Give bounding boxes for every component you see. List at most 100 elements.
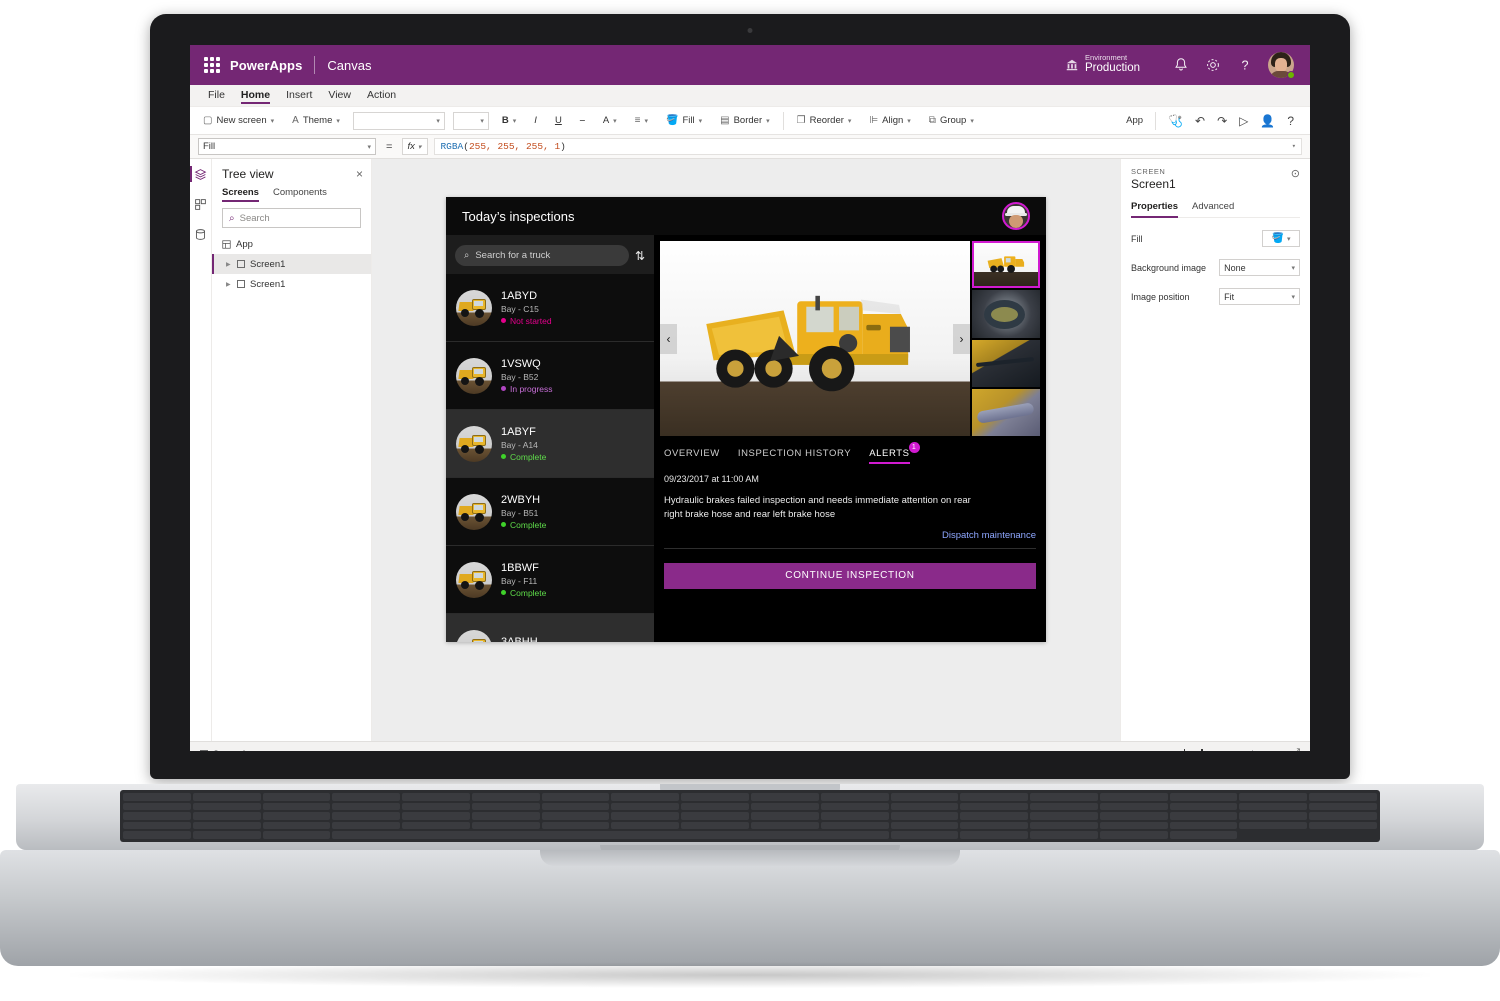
align-button[interactable]: ⊫ Align ▾: [864, 113, 915, 128]
sidebar-item-screen1[interactable]: ▶ Screen1: [212, 254, 371, 274]
bell-icon[interactable]: [1172, 56, 1190, 74]
formula-input[interactable]: RGBA(255, 255, 255, 1) ▾: [434, 138, 1302, 155]
zoom-in-button[interactable]: +: [1249, 748, 1255, 752]
list-item[interactable]: 3ABHH Bay - B09: [446, 614, 654, 642]
undo-icon[interactable]: ↶: [1195, 114, 1205, 128]
status-screen-label: Screen1: [213, 749, 247, 752]
menu-item-action[interactable]: Action: [367, 89, 396, 103]
share-icon[interactable]: 👤: [1260, 114, 1275, 128]
waffle-icon[interactable]: [204, 57, 220, 73]
app-checker-icon[interactable]: 🩺: [1168, 114, 1183, 128]
border-label: Border: [733, 115, 763, 126]
menu-item-view[interactable]: View: [328, 89, 351, 103]
hero-image[interactable]: ‹ ›: [660, 241, 970, 436]
screen-content: PowerApps Canvas Environment Production: [190, 45, 1310, 751]
question-circle-icon[interactable]: ⊙: [1291, 167, 1300, 180]
property-select[interactable]: Fill ▾: [198, 138, 376, 155]
sidebar-item-screen1-2[interactable]: ▶ Screen1: [212, 274, 371, 294]
chevron-down-icon: ▾: [480, 117, 484, 125]
dump-truck-illustration: [705, 296, 910, 392]
fill-button[interactable]: 🪣 Fill ▾: [661, 113, 707, 128]
menu-item-home[interactable]: Home: [240, 89, 271, 104]
strikethrough-icon: ⎯: [579, 115, 585, 126]
continue-inspection-button[interactable]: CONTINUE INSPECTION: [664, 562, 1036, 589]
gallery-thumb-truck[interactable]: [972, 241, 1040, 289]
font-size-select[interactable]: ▾: [452, 111, 489, 130]
underline-button[interactable]: U: [550, 113, 567, 128]
fx-button[interactable]: fx ▾: [402, 138, 429, 155]
help-icon[interactable]: ?: [1287, 114, 1294, 128]
status-screen-indicator[interactable]: Screen1: [200, 749, 247, 752]
environment-selector[interactable]: Environment Production: [1065, 53, 1140, 76]
background-image-select[interactable]: None ▾: [1219, 259, 1300, 276]
gallery-thumb-pipe[interactable]: [972, 388, 1040, 436]
property-label-fill: Fill: [1131, 233, 1143, 244]
tree-item-app[interactable]: App: [212, 234, 371, 254]
avatar[interactable]: [1268, 52, 1295, 79]
menu-item-insert[interactable]: Insert: [286, 89, 312, 103]
chevron-right-icon[interactable]: ▶: [226, 281, 232, 288]
list-item[interactable]: 1ABYF Bay - A14 Complete: [446, 410, 654, 478]
question-icon[interactable]: ?: [1236, 56, 1254, 74]
canvas-area[interactable]: Today’s inspections ⌕ Search for a truck: [372, 159, 1120, 741]
app-menu-button[interactable]: App: [1126, 115, 1143, 126]
font-family-select[interactable]: ▾: [352, 111, 445, 130]
tree-view-panel: Tree view × Screens Components ⌕ Search: [212, 159, 372, 741]
group-icon: ⧉: [928, 115, 936, 126]
property-row-image-position: Image position Fit ▾: [1131, 288, 1300, 305]
tab-advanced[interactable]: Advanced: [1192, 201, 1234, 217]
user-avatar[interactable]: [1002, 202, 1030, 230]
dispatch-maintenance-link[interactable]: Dispatch maintenance: [942, 530, 1036, 541]
image-position-select[interactable]: Fit ▾: [1219, 288, 1300, 305]
tab-screens[interactable]: Screens: [222, 187, 259, 202]
play-icon[interactable]: ▷: [1239, 114, 1248, 128]
chevron-down-icon[interactable]: ▾: [1292, 142, 1296, 151]
theme-button[interactable]: A Theme ▾: [287, 113, 345, 128]
fill-color-picker[interactable]: 🪣 ▾: [1262, 230, 1300, 247]
close-icon[interactable]: ×: [356, 167, 363, 181]
sort-icon[interactable]: ⇅: [635, 249, 645, 263]
chevron-right-icon[interactable]: ▶: [226, 261, 232, 268]
gallery-thumb-hose[interactable]: [972, 339, 1040, 387]
tree-search-input[interactable]: ⌕ Search: [222, 208, 361, 228]
search-input[interactable]: ⌕ Search for a truck: [455, 245, 629, 266]
zoom-out-button[interactable]: −: [1131, 748, 1137, 752]
bold-button[interactable]: B ▾: [497, 113, 521, 128]
app-node-icon: [222, 239, 231, 249]
new-screen-button[interactable]: ▢ New screen ▾: [198, 113, 279, 128]
data-icon[interactable]: [192, 225, 210, 243]
tab-properties[interactable]: Properties: [1131, 201, 1178, 218]
menu-item-file[interactable]: File: [208, 89, 225, 103]
strikethrough-button[interactable]: ⎯: [575, 113, 590, 128]
alert-message: Hydraulic brakes failed inspection and n…: [664, 495, 971, 520]
italic-button[interactable]: I: [529, 113, 542, 128]
tree-view-icon[interactable]: [190, 165, 210, 183]
list-item[interactable]: 1BBWF Bay - F11 Complete: [446, 546, 654, 614]
laptop-mockup: PowerApps Canvas Environment Production: [0, 0, 1500, 1001]
app-preview[interactable]: Today’s inspections ⌕ Search for a truck: [446, 197, 1046, 642]
tab-components[interactable]: Components: [273, 187, 327, 202]
components-icon[interactable]: [192, 195, 210, 213]
gallery-prev-button[interactable]: ‹: [660, 323, 677, 354]
tab-overview[interactable]: OVERVIEW: [664, 448, 720, 464]
list-item[interactable]: 1ABYD Bay - C15 Not started: [446, 274, 654, 342]
topbar-right: Environment Production ?: [1065, 52, 1300, 79]
tab-inspection-history[interactable]: INSPECTION HISTORY: [738, 448, 851, 464]
tab-alerts[interactable]: ALERTS 1: [869, 442, 920, 464]
border-button[interactable]: ▤ Border ▾: [715, 113, 774, 128]
font-color-button[interactable]: A ▾: [598, 113, 622, 128]
expand-icon[interactable]: ⤢: [1291, 747, 1300, 751]
redo-icon[interactable]: ↷: [1217, 114, 1227, 128]
truck-status: Complete: [510, 451, 547, 462]
gallery-thumb-wheel[interactable]: [972, 290, 1040, 338]
list-item[interactable]: 2WBYH Bay - B51 Complete: [446, 478, 654, 546]
truck-thumbnail: [456, 493, 492, 530]
list-item[interactable]: 1VSWQ Bay - B52 In progress: [446, 342, 654, 410]
gear-icon[interactable]: [1204, 56, 1222, 74]
text-align-button[interactable]: ≡ ▾: [630, 113, 653, 128]
truck-list-pane: ⌕ Search for a truck ⇅ 1ABYD Bay - C15 N…: [446, 235, 654, 642]
gallery-next-button[interactable]: ›: [953, 323, 970, 354]
zoom-slider[interactable]: [1145, 748, 1241, 751]
group-button[interactable]: ⧉ Group ▾: [924, 113, 979, 128]
reorder-button[interactable]: ❐ Reorder ▾: [792, 113, 857, 128]
